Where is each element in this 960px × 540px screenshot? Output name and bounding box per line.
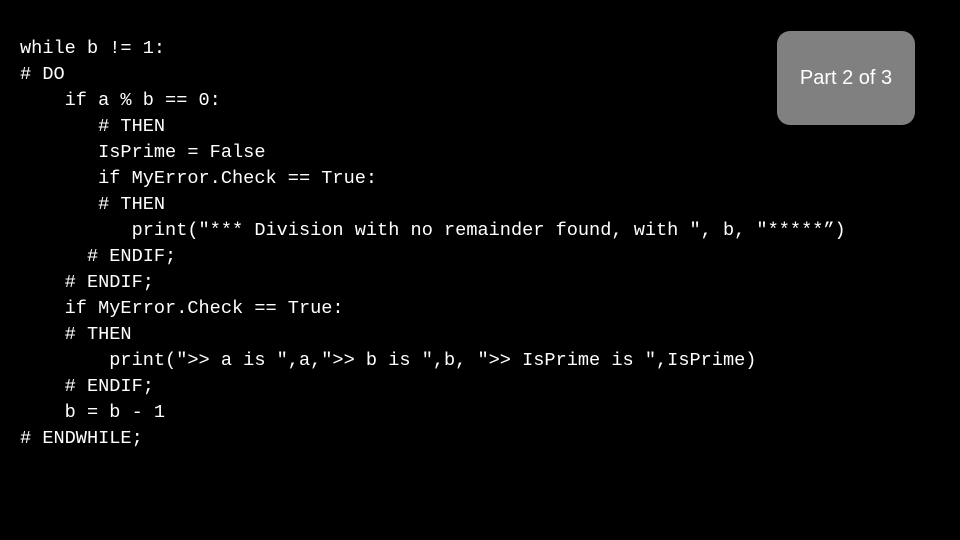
code-line: # ENDIF; (20, 376, 154, 397)
part-badge: Part 2 of 3 (777, 31, 915, 125)
code-line: IsPrime = False (20, 142, 266, 163)
code-line: print(">> a is ",a,">> b is ",b, ">> IsP… (20, 350, 757, 371)
code-line: # ENDIF; (20, 272, 154, 293)
code-line: # ENDIF; (20, 246, 177, 267)
code-line: if MyError.Check == True: (20, 168, 378, 189)
slide-canvas: while b != 1: # DO if a % b == 0: # THEN… (0, 0, 960, 540)
code-line: b = b - 1 (20, 402, 166, 423)
code-line: # THEN (20, 324, 132, 345)
code-line: print("*** Division with no remainder fo… (20, 220, 846, 241)
code-line: # ENDWHILE; (20, 428, 143, 449)
code-line: if MyError.Check == True: (20, 298, 344, 319)
part-badge-label: Part 2 of 3 (799, 67, 893, 89)
code-line: # THEN (20, 194, 166, 215)
